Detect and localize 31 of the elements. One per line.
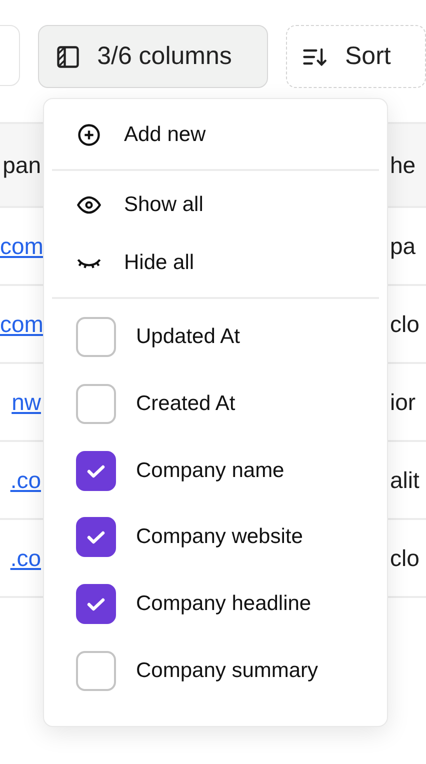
checkbox[interactable] <box>76 584 116 624</box>
website-link[interactable]: com <box>0 310 41 338</box>
column-header: he <box>390 152 417 178</box>
sort-button[interactable]: Sort <box>286 25 426 88</box>
menu-item[interactable]: Add new <box>52 106 379 164</box>
checkbox[interactable] <box>76 384 116 424</box>
website-link[interactable]: .co <box>0 466 41 494</box>
column-option-label[interactable]: Company website <box>136 525 303 550</box>
website-link[interactable]: com <box>0 232 41 260</box>
website-link[interactable]: nw <box>0 388 41 416</box>
column-header: pan <box>2 152 41 178</box>
column-option-label[interactable]: Updated At <box>136 325 240 350</box>
website-link[interactable]: .co <box>0 544 41 572</box>
table-cell-text: clo <box>390 310 420 338</box>
columns-button[interactable]: 3/6 columns <box>38 25 268 88</box>
menu-item[interactable]: Show all <box>52 176 379 234</box>
column-option-label[interactable]: Company name <box>136 458 284 483</box>
table-cell-text: alit <box>390 466 420 494</box>
checkbox[interactable] <box>76 317 116 358</box>
columns-icon <box>55 44 82 70</box>
column-option-label[interactable]: Company summary <box>136 658 318 683</box>
table-cell-text: clo <box>390 544 420 572</box>
checkbox[interactable] <box>76 650 116 691</box>
column-option-label[interactable]: Company headline <box>136 592 312 616</box>
column-option-label[interactable]: Created At <box>136 392 236 416</box>
checkbox[interactable] <box>76 517 116 558</box>
table-cell-text: ior <box>390 388 417 416</box>
add-icon <box>76 122 102 148</box>
table-cell-text: pa <box>390 232 417 260</box>
menu-item[interactable]: Hide all <box>52 234 379 292</box>
checkbox[interactable] <box>76 450 116 491</box>
